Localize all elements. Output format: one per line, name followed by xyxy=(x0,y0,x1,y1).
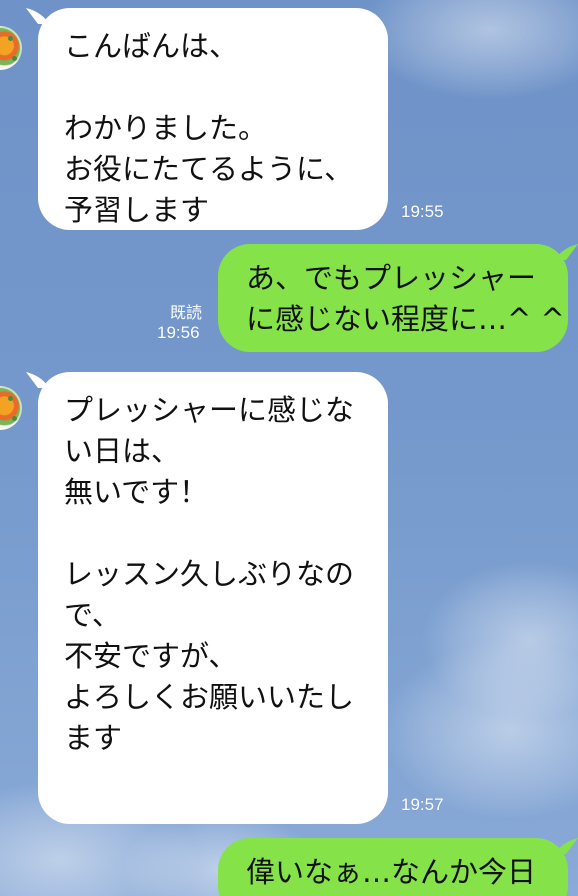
cloud-decoration xyxy=(420,560,578,720)
cloud-decoration xyxy=(380,640,578,820)
outgoing-message-bubble[interactable]: 偉いなぁ…なんか今日 xyxy=(218,838,568,896)
cloud-decoration xyxy=(360,0,578,100)
read-receipt: 既読 xyxy=(170,303,203,322)
chat-area: こんばんは、 わかりました。 お役にたてるように、 予習します 19:55 既読… xyxy=(0,0,578,896)
message-timestamp: 19:56 xyxy=(157,323,200,342)
contact-avatar-icon[interactable] xyxy=(0,386,22,430)
incoming-message-bubble[interactable]: こんばんは、 わかりました。 お役にたてるように、 予習します xyxy=(38,8,388,230)
message-timestamp: 19:55 xyxy=(401,202,444,221)
message-timestamp: 19:57 xyxy=(401,795,444,814)
incoming-message-bubble[interactable]: プレッシャーに感じな い日は、 無いです！ レッスン久しぶりなの で、 不安です… xyxy=(38,372,388,824)
bubble-tail xyxy=(556,838,578,854)
contact-avatar-icon[interactable] xyxy=(0,26,22,70)
outgoing-message-bubble[interactable]: あ、でもプレッシャー に感じない程度に…^ ^ xyxy=(218,244,568,352)
bubble-tail xyxy=(556,244,578,260)
